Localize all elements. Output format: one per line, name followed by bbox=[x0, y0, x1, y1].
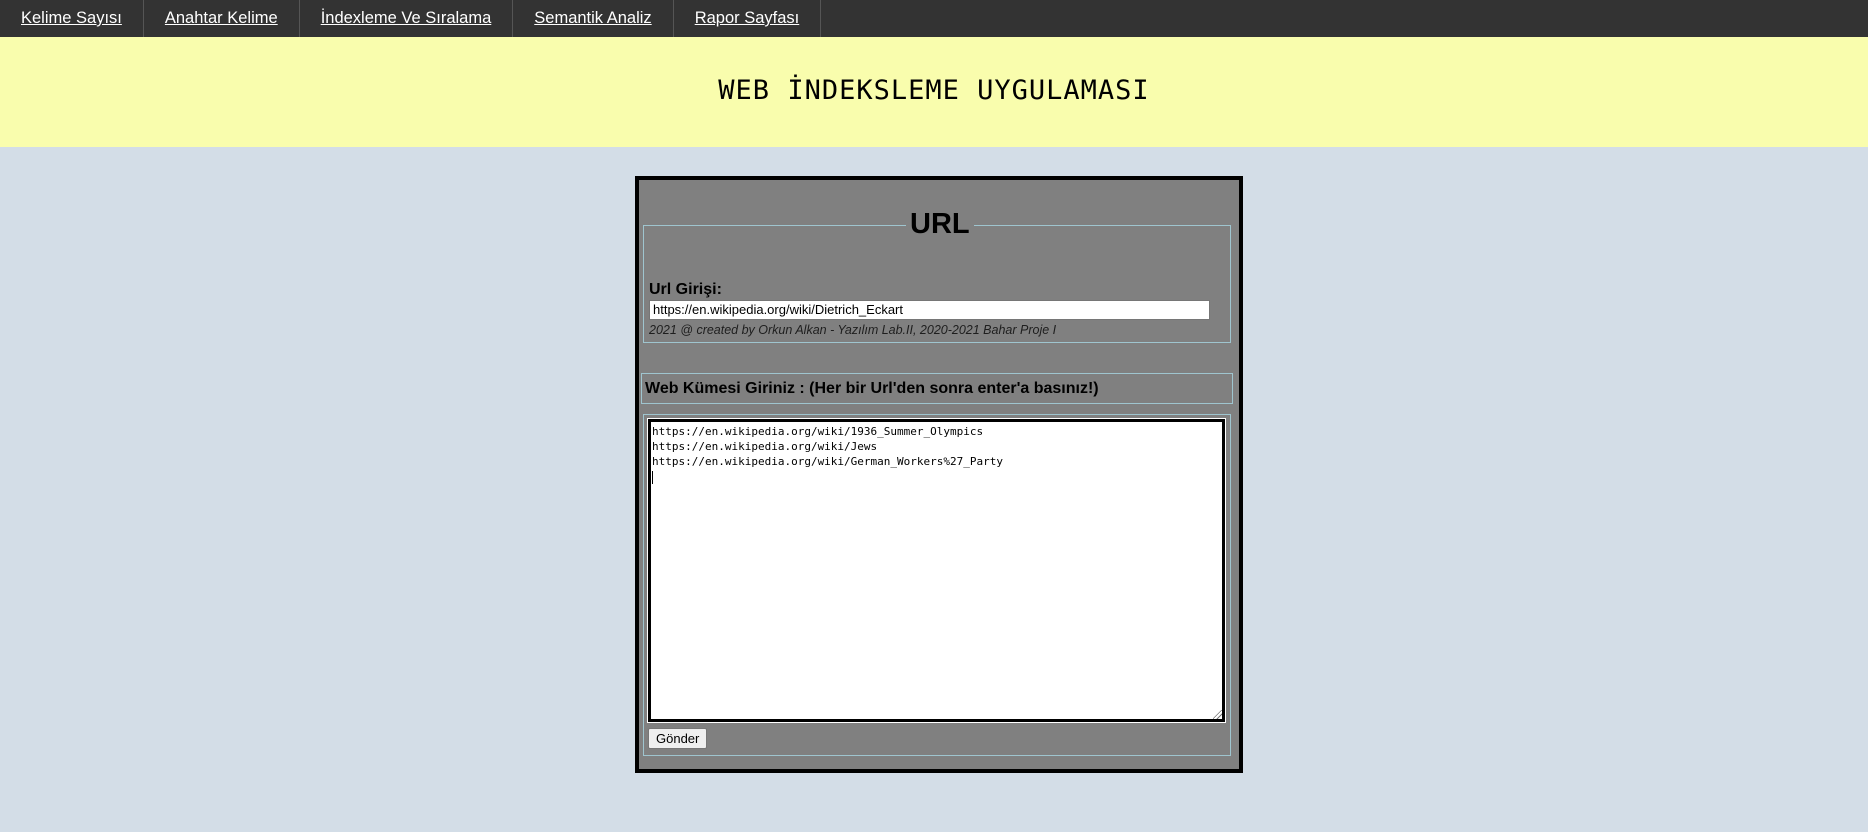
credit-text: 2021 @ created by Orkun Alkan - Yazılım … bbox=[649, 323, 1057, 337]
web-set-fieldset: Web Kümesi Giriniz : (Her bir Url'den so… bbox=[641, 373, 1233, 404]
submit-button[interactable]: Gönder bbox=[648, 728, 708, 749]
header-banner: WEB İNDEKSLEME UYGULAMASI bbox=[0, 37, 1868, 147]
nav-link-rapor-sayfasi[interactable]: Rapor Sayfası bbox=[674, 0, 822, 37]
nav-link-anahtar-kelime[interactable]: Anahtar Kelime bbox=[144, 0, 300, 37]
url-list-line: https://en.wikipedia.org/wiki/German_Wor… bbox=[652, 455, 1003, 468]
top-navigation: Kelime Sayısı Anahtar Kelime İndexleme V… bbox=[0, 0, 1868, 37]
nav-link-semantik-analiz[interactable]: Semantik Analiz bbox=[513, 0, 674, 37]
url-list-fieldset: https://en.wikipedia.org/wiki/1936_Summe… bbox=[643, 414, 1231, 756]
url-list-line: https://en.wikipedia.org/wiki/Jews bbox=[652, 440, 878, 453]
url-legend: URL bbox=[906, 206, 974, 242]
url-input[interactable]: https://en.wikipedia.org/wiki/Dietrich_E… bbox=[649, 300, 1210, 320]
url-list-textarea[interactable]: https://en.wikipedia.org/wiki/1936_Summe… bbox=[647, 418, 1226, 723]
url-input-label: Url Girişi: bbox=[649, 281, 722, 298]
web-set-label: Web Kümesi Giriniz : (Her bir Url'den so… bbox=[645, 380, 1099, 397]
page-title: WEB İNDEKSLEME UYGULAMASI bbox=[718, 75, 1150, 106]
form-panel: URL Url Girişi: https://en.wikipedia.org… bbox=[635, 176, 1243, 773]
text-caret bbox=[652, 470, 653, 484]
resize-handle-icon[interactable] bbox=[1213, 710, 1222, 719]
url-fieldset: URL Url Girişi: https://en.wikipedia.org… bbox=[643, 206, 1231, 343]
url-list-line: https://en.wikipedia.org/wiki/1936_Summe… bbox=[652, 425, 984, 438]
nav-link-indexleme[interactable]: İndexleme Ve Sıralama bbox=[300, 0, 514, 37]
nav-link-kelime-sayisi[interactable]: Kelime Sayısı bbox=[0, 0, 144, 37]
